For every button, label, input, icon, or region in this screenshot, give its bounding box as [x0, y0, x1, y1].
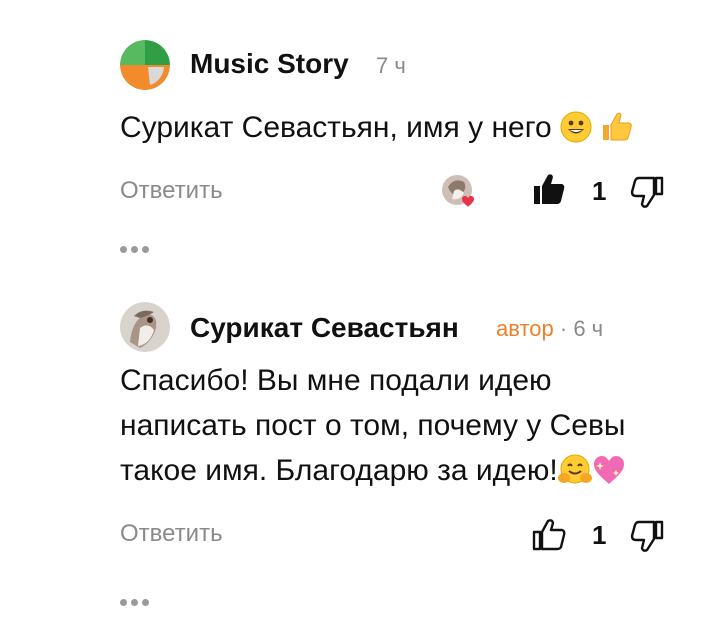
author-badge: автор — [496, 316, 554, 341]
meta-separator: · — [559, 316, 568, 341]
more-options-button[interactable] — [120, 240, 160, 253]
comment-text-line: Спасибо! Вы мне подали идею — [120, 364, 552, 397]
hugging-face-emoji-icon — [557, 454, 592, 499]
comment-author[interactable]: Music Story — [190, 48, 349, 80]
thumbs-up-emoji-icon — [600, 109, 634, 156]
comment-text: Спасибо! Вы мне подали идею написать пос… — [120, 358, 680, 499]
dislike-button[interactable] — [630, 176, 664, 215]
music-story-logo-icon — [120, 40, 170, 90]
likes-count: 1 — [592, 520, 607, 550]
comment-text-body: Сурикат Севастьян, имя у него — [120, 111, 552, 144]
dislike-button[interactable] — [630, 520, 664, 559]
comment-text-line: такое имя. Благодарю за идею! — [120, 454, 558, 487]
comment-time: 6 ч — [573, 316, 604, 341]
like-button[interactable] — [532, 518, 566, 557]
comment-text-line-with-emoji: такое имя. Благодарю за идею! — [120, 448, 680, 499]
thumbs-down-icon — [630, 176, 664, 208]
comment-meta: автор · 6 ч — [496, 316, 603, 342]
dot-icon — [120, 246, 127, 253]
dot-icon — [120, 599, 127, 606]
like-button[interactable] — [532, 172, 566, 211]
more-options-button[interactable] — [120, 593, 160, 606]
sparkling-heart-emoji-icon — [592, 454, 626, 499]
reply-button[interactable]: Ответить — [120, 177, 223, 205]
reply-button[interactable]: Ответить — [120, 520, 223, 548]
thumbs-up-filled-icon — [534, 174, 565, 204]
comment-1: Music Story 7 ч Сурикат Севастьян, имя у… — [0, 0, 720, 290]
dot-icon — [142, 246, 149, 253]
dot-icon — [131, 246, 138, 253]
comment-text: Сурикат Севастьян, имя у него — [120, 105, 680, 156]
dot-icon — [142, 599, 149, 606]
likes-count: 1 — [592, 176, 607, 206]
thumbs-up-icon — [532, 519, 566, 551]
dot-icon — [131, 599, 138, 606]
comment-text-line: написать пост о том, почему у Севы — [120, 409, 626, 442]
meerkat-avatar[interactable] — [120, 302, 170, 352]
comment-2: Сурикат Севастьян автор · 6 ч Спасибо! В… — [0, 290, 720, 642]
reactions-avatar[interactable] — [440, 173, 480, 214]
thumbs-down-icon — [630, 520, 664, 552]
comment-author[interactable]: Сурикат Севастьян — [190, 312, 459, 344]
meerkat-avatar-icon — [120, 302, 170, 352]
comment-time: 7 ч — [376, 53, 406, 78]
smiley-emoji-icon — [560, 111, 592, 156]
music-story-avatar[interactable] — [120, 40, 170, 90]
